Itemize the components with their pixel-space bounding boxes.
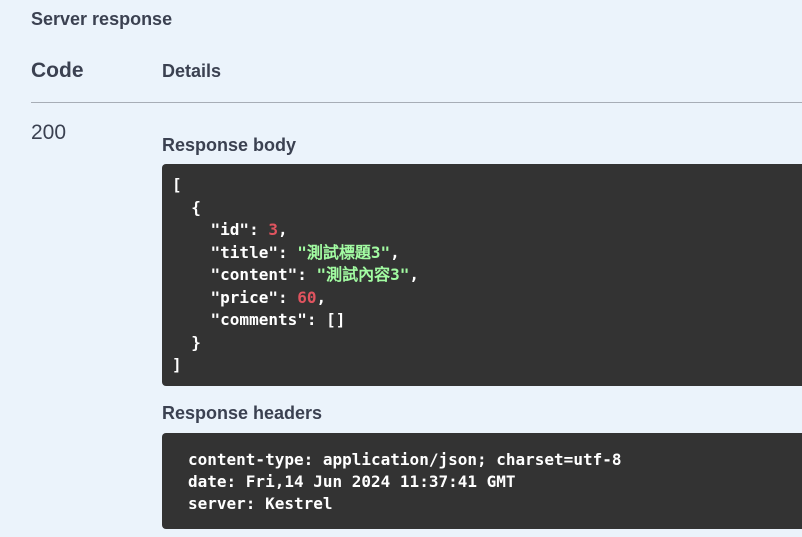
status-code: 200 — [31, 121, 67, 144]
json-field-row: "comments": [] — [210, 310, 346, 329]
header-divider — [31, 102, 802, 103]
json-field-row: "title": "測試標題3", — [210, 242, 400, 262]
response-headers-block[interactable]: content-type: application/json; charset=… — [162, 433, 802, 529]
header-line: date: Fri,14 Jun 2024 11:37:41 GMT — [188, 472, 516, 491]
header-line: server: Kestrel — [188, 494, 333, 513]
response-body-label: Response body — [162, 135, 297, 155]
json-field-row: "content": "測試內容3", — [210, 265, 420, 284]
response-headers-label: Response headers — [162, 403, 323, 423]
json-close-bracket: ] — [172, 355, 182, 374]
response-body-block[interactable]: [ { "id": 3, "title": "測試標題3", "content"… — [162, 164, 802, 386]
json-open-bracket: [ — [172, 175, 182, 194]
json-field-row: "price": 60, — [210, 287, 327, 307]
json-open-brace: { — [191, 197, 201, 217]
header-line: content-type: application/json; charset=… — [188, 450, 622, 469]
details-column-header: Details — [162, 61, 222, 81]
server-response-title: Server response — [31, 9, 173, 29]
json-close-brace: } — [191, 332, 201, 352]
json-field-row: "id": 3, — [210, 220, 288, 239]
code-column-header: Code — [31, 59, 84, 82]
